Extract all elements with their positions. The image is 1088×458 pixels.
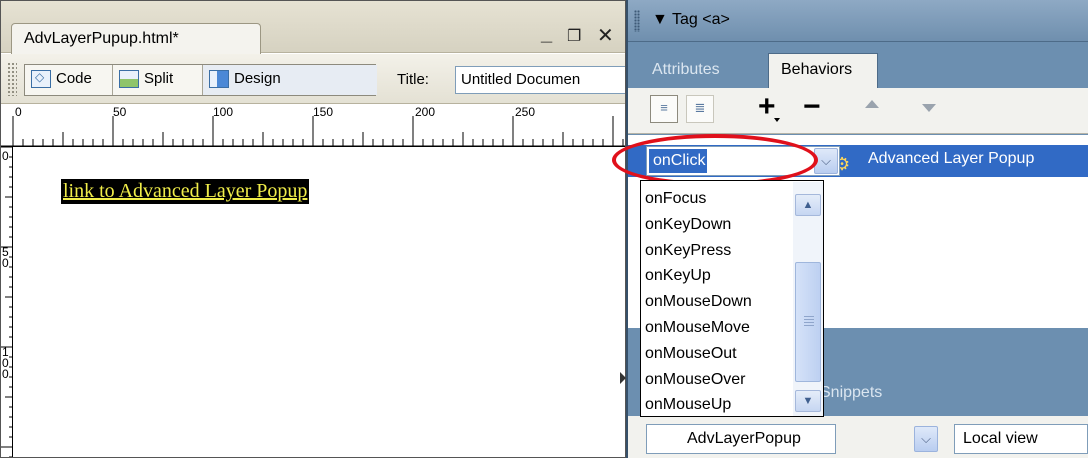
behaviors-toolbar: ≡ ≣ + − xyxy=(628,88,1088,134)
ruler-label: 50 xyxy=(113,105,127,119)
scrollbar-grip xyxy=(804,316,814,326)
scroll-up-icon[interactable]: ▲ xyxy=(795,194,821,216)
split-view-button[interactable]: Split xyxy=(113,65,203,95)
tab-behaviors-label: Behaviors xyxy=(781,61,853,78)
vertical-ruler: 0 5 0 1 0 0 xyxy=(1,147,13,457)
design-view-label: Design xyxy=(234,70,281,87)
event-option[interactable]: onKeyPress xyxy=(643,238,793,264)
dropdown-scrollbar[interactable]: ▲ ▼ xyxy=(793,182,823,416)
behavior-action-label: Advanced Layer Popup xyxy=(868,150,1035,167)
document-tab-title: AdvLayerPupup.html* xyxy=(24,30,179,47)
scrollbar-thumb[interactable] xyxy=(795,262,821,382)
scroll-down-icon[interactable]: ▼ xyxy=(795,390,821,412)
split-view-icon xyxy=(119,70,139,88)
minimize-button[interactable]: _ xyxy=(541,23,552,46)
ruler-label: 0 xyxy=(15,105,22,119)
page-link[interactable]: link to Advanced Layer Popup xyxy=(61,179,310,204)
remove-behavior-button[interactable]: − xyxy=(803,90,821,124)
add-dropdown-icon xyxy=(774,118,780,122)
tag-panel-header[interactable]: ▼ Tag <a> xyxy=(628,0,1088,42)
event-option[interactable]: onKeyDown xyxy=(643,212,793,238)
move-up-icon[interactable] xyxy=(865,100,879,108)
show-set-events-button[interactable]: ≡ xyxy=(650,95,678,123)
ruler-label: 100 xyxy=(213,105,234,119)
event-option[interactable]: onKeyUp xyxy=(643,263,793,289)
chevron-down-icon[interactable]: ⌵ xyxy=(914,426,938,452)
ruler-label: 150 xyxy=(313,105,334,119)
restore-button[interactable]: ❐ xyxy=(567,26,581,46)
view-select[interactable]: Local view xyxy=(954,424,1088,454)
tab-behaviors[interactable]: Behaviors xyxy=(768,53,878,90)
ruler-v-label: 0 xyxy=(2,149,9,163)
design-view-icon xyxy=(209,70,229,88)
document-titlebar: AdvLayerPupup.html* _ ❐ ✕ xyxy=(1,1,625,54)
highlight-ellipse xyxy=(612,134,818,186)
document-title-input[interactable]: Untitled Documen xyxy=(455,66,625,94)
title-label: Title: xyxy=(397,71,429,88)
event-options: onFocus onKeyDown onKeyPress onKeyUp onM… xyxy=(643,186,793,416)
toolbar-grip[interactable] xyxy=(7,62,17,96)
event-dropdown-list: onFocus onKeyDown onKeyPress onKeyUp onM… xyxy=(640,180,824,417)
split-view-label: Split xyxy=(144,70,174,87)
document-window: AdvLayerPupup.html* _ ❐ ✕ ◇ Code Split D… xyxy=(0,0,626,458)
horizontal-ruler: 0 50 100 150 200 250 xyxy=(1,105,625,147)
add-behavior-button[interactable]: + xyxy=(758,90,776,124)
ruler-label: 200 xyxy=(415,105,436,119)
collapse-panel-icon[interactable] xyxy=(620,372,626,384)
event-option[interactable]: onMouseDown xyxy=(643,289,793,315)
event-option[interactable]: onMouseUp xyxy=(643,392,793,416)
tab-attributes[interactable]: Attributes xyxy=(652,61,720,79)
view-mode-group: ◇ Code Split Design xyxy=(24,64,377,96)
code-view-button[interactable]: ◇ Code xyxy=(25,65,113,95)
panel-grip[interactable] xyxy=(634,10,640,32)
ruler-v-label: 1 0 0 xyxy=(2,345,9,381)
code-view-icon: ◇ xyxy=(31,70,51,88)
event-option[interactable]: onMouseOver xyxy=(643,367,793,393)
site-select[interactable]: AdvLayerPopup xyxy=(646,424,836,454)
document-tab[interactable]: AdvLayerPupup.html* xyxy=(11,23,261,54)
move-down-icon[interactable] xyxy=(922,104,936,112)
site-select-value: AdvLayerPopup xyxy=(687,430,801,447)
view-select-value: Local view xyxy=(963,430,1038,447)
event-option[interactable]: onMouseMove xyxy=(643,315,793,341)
ruler-label: 250 xyxy=(515,105,536,119)
document-toolbar: ◇ Code Split Design Title: Untitled Docu… xyxy=(1,54,625,104)
tag-panel-tabs: Attributes Behaviors xyxy=(628,43,1088,90)
show-all-events-button[interactable]: ≣ xyxy=(686,95,714,123)
ruler-v-ticks xyxy=(1,147,13,457)
tab-snippets[interactable]: Snippets xyxy=(820,384,882,402)
event-option[interactable]: onMouseOut xyxy=(643,341,793,367)
close-button[interactable]: ✕ xyxy=(597,23,614,48)
design-view-button[interactable]: Design xyxy=(203,65,377,95)
code-view-label: Code xyxy=(56,70,92,87)
event-option[interactable]: onFocus xyxy=(643,186,793,212)
ruler-v-label: 5 0 xyxy=(2,245,9,270)
tag-panel-title: ▼ Tag <a> xyxy=(652,11,730,28)
